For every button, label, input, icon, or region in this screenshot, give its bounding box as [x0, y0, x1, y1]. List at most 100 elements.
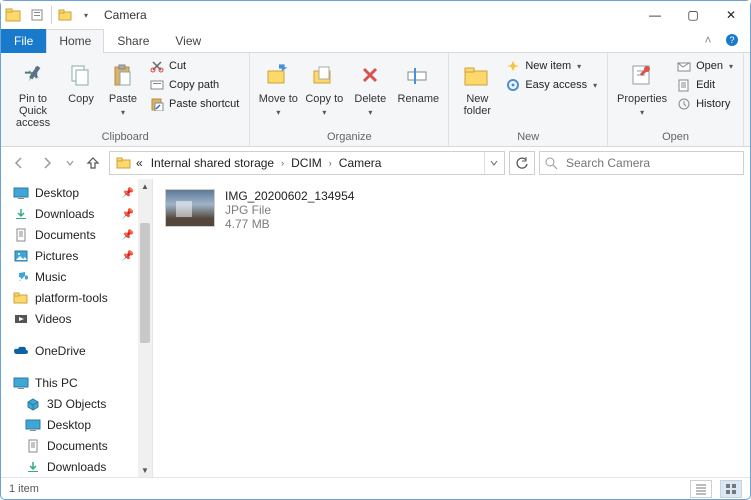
- music-icon: [13, 269, 29, 285]
- maximize-button[interactable]: ▢: [674, 1, 712, 29]
- rename-icon: [402, 59, 434, 91]
- tab-view[interactable]: View: [162, 29, 214, 53]
- forward-button[interactable]: [35, 151, 59, 175]
- new-folder-button[interactable]: New folder: [455, 57, 499, 119]
- pictures-icon: [13, 248, 29, 264]
- sidebar-item-videos[interactable]: Videos: [11, 309, 152, 329]
- scroll-down-button[interactable]: ▼: [138, 463, 152, 477]
- delete-button[interactable]: Delete ▾: [348, 57, 392, 121]
- paste-shortcut-button[interactable]: Paste shortcut: [145, 95, 243, 113]
- properties-button[interactable]: Properties ▾: [614, 57, 670, 121]
- pin-to-quick-access-button[interactable]: Pin to Quick access: [7, 57, 59, 131]
- properties-icon: [626, 59, 658, 91]
- downloads-icon: [13, 206, 29, 222]
- onedrive-icon: [13, 343, 29, 359]
- videos-icon: [13, 311, 29, 327]
- breadcrumb-item-1[interactable]: DCIM: [287, 152, 326, 174]
- delete-label: Delete: [354, 93, 386, 105]
- breadcrumb-item-2[interactable]: Camera: [335, 152, 386, 174]
- content-pane[interactable]: IMG_20200602_134954 JPG File 4.77 MB: [153, 179, 750, 477]
- breadcrumb-root[interactable]: «: [112, 152, 147, 174]
- sidebar-item-desktop[interactable]: Desktop📌: [11, 183, 152, 203]
- main-area: Desktop📌 Downloads📌 Documents📌 Pictures📌…: [1, 179, 750, 477]
- breadcrumb-arrow[interactable]: ›: [278, 152, 287, 174]
- folder-icon: [13, 290, 29, 306]
- history-button[interactable]: History: [672, 95, 737, 113]
- details-view-button[interactable]: [690, 480, 712, 498]
- open-button[interactable]: Open▾: [672, 57, 737, 75]
- sidebar-item-this-pc[interactable]: This PC: [11, 373, 152, 393]
- easy-access-label: Easy access: [525, 79, 587, 91]
- sidebar-item-downloads[interactable]: Downloads📌: [11, 204, 152, 224]
- qat-customize-button[interactable]: ▾: [78, 1, 94, 29]
- qat-properties-button[interactable]: [25, 1, 49, 29]
- move-to-label: Move to: [259, 93, 298, 105]
- copy-path-icon: [149, 77, 165, 93]
- cut-button[interactable]: Cut: [145, 57, 243, 75]
- sidebar-item-desktop-2[interactable]: Desktop: [11, 415, 152, 435]
- open-icon: [676, 58, 692, 74]
- paste-button[interactable]: Paste ▾: [103, 57, 143, 121]
- rename-button[interactable]: Rename: [394, 57, 442, 107]
- sidebar-item-documents[interactable]: Documents📌: [11, 225, 152, 245]
- breadcrumb-item-0[interactable]: Internal shared storage: [147, 152, 278, 174]
- sidebar-item-music[interactable]: Music: [11, 267, 152, 287]
- address-dropdown-button[interactable]: [484, 152, 502, 174]
- ribbon-group-open: Properties ▾ Open▾ Edit History Open: [608, 53, 744, 146]
- search-input[interactable]: [564, 155, 739, 171]
- ribbon-group-new: New folder New item▾ Easy access▾ New: [449, 53, 608, 146]
- scroll-up-button[interactable]: ▲: [138, 179, 152, 193]
- recent-locations-button[interactable]: [63, 151, 77, 175]
- clipboard-group-title: Clipboard: [7, 131, 243, 144]
- sidebar-item-downloads-2[interactable]: Downloads: [11, 457, 152, 477]
- sidebar-item-3d-objects[interactable]: 3D Objects: [11, 394, 152, 414]
- breadcrumb-arrow[interactable]: ›: [326, 152, 335, 174]
- pin-icon: 📌: [122, 209, 134, 220]
- up-button[interactable]: [81, 151, 105, 175]
- help-button[interactable]: ?: [720, 28, 744, 52]
- back-button[interactable]: [7, 151, 31, 175]
- thumbnails-view-button[interactable]: [720, 480, 742, 498]
- delete-icon: [354, 59, 386, 91]
- search-icon: [544, 156, 558, 170]
- ribbon-collapse-button[interactable]: ˄: [698, 28, 718, 52]
- file-item[interactable]: IMG_20200602_134954 JPG File 4.77 MB: [163, 187, 740, 233]
- tab-share[interactable]: Share: [104, 29, 162, 53]
- minimize-button[interactable]: —: [636, 1, 674, 29]
- organize-group-title: Organize: [256, 131, 442, 144]
- easy-access-button[interactable]: Easy access▾: [501, 76, 601, 94]
- pin-icon: 📌: [122, 230, 134, 241]
- copy-to-button[interactable]: Copy to ▾: [302, 57, 346, 121]
- sidebar-item-platform-tools[interactable]: platform-tools: [11, 288, 152, 308]
- address-bar[interactable]: « Internal shared storage › DCIM › Camer…: [109, 151, 505, 175]
- close-button[interactable]: ✕: [712, 1, 750, 29]
- copy-to-icon: [308, 59, 340, 91]
- copy-icon: [65, 59, 97, 91]
- this-pc-icon: [13, 375, 29, 391]
- sidebar-item-documents-2[interactable]: Documents: [11, 436, 152, 456]
- desktop-icon: [25, 417, 41, 433]
- copy-button[interactable]: Copy: [61, 57, 101, 107]
- file-name: IMG_20200602_134954: [225, 189, 354, 203]
- edit-button[interactable]: Edit: [672, 76, 737, 94]
- sidebar-item-onedrive[interactable]: OneDrive: [11, 341, 152, 361]
- move-to-icon: [262, 59, 294, 91]
- pin-icon: [17, 59, 49, 91]
- file-type: JPG File: [225, 203, 354, 217]
- scrollbar-thumb[interactable]: [140, 223, 150, 343]
- rename-label: Rename: [398, 93, 440, 105]
- move-to-button[interactable]: Move to ▾: [256, 57, 300, 121]
- ribbon: Pin to Quick access Copy Paste ▾ Cut Cop…: [1, 53, 750, 147]
- copy-path-button[interactable]: Copy path: [145, 76, 243, 94]
- qat-new-folder-button[interactable]: [54, 1, 78, 29]
- tab-file[interactable]: File: [1, 29, 46, 53]
- tab-home[interactable]: Home: [46, 29, 104, 53]
- search-box[interactable]: [539, 151, 744, 175]
- sidebar-scrollbar[interactable]: ▲ ▼: [138, 179, 152, 477]
- new-item-button[interactable]: New item▾: [501, 57, 601, 75]
- sidebar-item-pictures[interactable]: Pictures📌: [11, 246, 152, 266]
- new-group-title: New: [455, 131, 601, 144]
- new-folder-icon: [461, 59, 493, 91]
- new-item-label: New item: [525, 60, 571, 72]
- refresh-button[interactable]: [509, 151, 535, 175]
